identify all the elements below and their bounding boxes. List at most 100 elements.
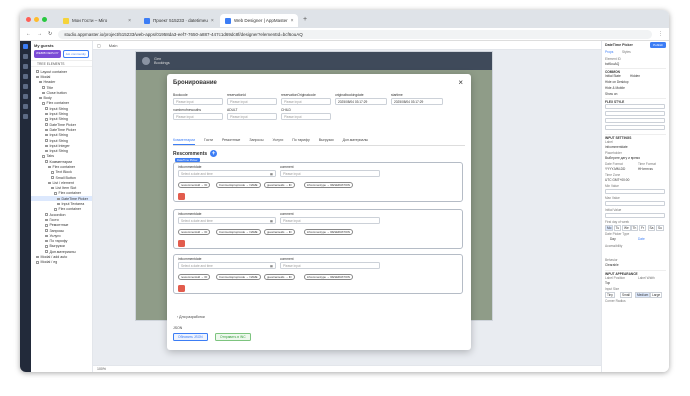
- rail-components-icon[interactable]: [23, 64, 28, 69]
- time-zone-value[interactable]: UTC GMT+00:00: [605, 178, 666, 182]
- tree-item[interactable]: Modal / eg: [31, 260, 92, 265]
- publish-button[interactable]: Publish: [650, 42, 666, 48]
- comment-date-picker[interactable]: Select a date and time ▦: [178, 262, 276, 269]
- tree-checkbox-icon[interactable]: [45, 218, 48, 222]
- comment-date-picker[interactable]: Select a date and time ▦: [178, 170, 276, 177]
- tree-checkbox-icon[interactable]: [36, 75, 39, 79]
- flex-option[interactable]: [605, 118, 665, 123]
- tree-checkbox-icon[interactable]: [45, 133, 48, 137]
- flex-option[interactable]: [605, 111, 665, 116]
- code-chip[interactable]: Commentsproprcode → NAME: [216, 274, 261, 280]
- tree-checkbox-icon[interactable]: [45, 128, 48, 132]
- hidden-toggle[interactable]: Hidden: [630, 74, 666, 78]
- rail-designer-icon[interactable]: [23, 44, 28, 49]
- number-input[interactable]: Please input: [173, 113, 223, 120]
- browser-tab-miro[interactable]: Мои Гости – Miro ×: [58, 14, 136, 27]
- rail-help-icon[interactable]: [23, 114, 28, 119]
- label-value[interactable]: infcommentdate: [605, 145, 666, 149]
- close-icon[interactable]: ×: [458, 78, 463, 87]
- input-size-option[interactable]: Medium: [635, 292, 651, 298]
- new-tab-icon[interactable]: +: [303, 16, 307, 23]
- guest-chip[interactable]: guestnameids → ID: [264, 229, 295, 235]
- project-name[interactable]: My guests: [34, 43, 54, 48]
- extensions-icon[interactable]: ⋮: [658, 31, 663, 37]
- minimize-window-icon[interactable]: [34, 16, 39, 22]
- day-option[interactable]: Su: [656, 225, 664, 231]
- rail-layers-icon[interactable]: [23, 54, 28, 59]
- day-option[interactable]: Sa: [647, 225, 656, 231]
- tree-checkbox-icon[interactable]: [42, 102, 45, 105]
- tab-7[interactable]: Доп.материалы: [343, 138, 368, 145]
- delete-comment-button[interactable]: [178, 240, 185, 247]
- deploy-badge[interactable]: WEB/B DEPLOY: [34, 50, 61, 58]
- close-tab-icon[interactable]: ×: [128, 18, 131, 24]
- close-tab-icon[interactable]: ×: [291, 18, 294, 24]
- comment-date-picker[interactable]: Select a date and time ▦: [178, 217, 276, 224]
- child-input[interactable]: Please input: [281, 113, 331, 120]
- back-icon[interactable]: ←: [26, 31, 31, 37]
- close-tab-icon[interactable]: ×: [211, 18, 214, 24]
- tree-checkbox-icon[interactable]: [45, 250, 48, 253]
- tab-styles[interactable]: Styles: [622, 50, 666, 54]
- bookcode-input[interactable]: Please input: [173, 98, 223, 105]
- min-value-input[interactable]: [605, 189, 665, 194]
- zoom-level[interactable]: 100%: [97, 367, 106, 371]
- id-chip[interactable]: rescommentsId → ID: [178, 182, 211, 188]
- hide-mobile-toggle[interactable]: Hide & Mobile: [605, 86, 666, 90]
- tree-checkbox-icon[interactable]: [48, 165, 51, 169]
- tab-1[interactable]: Гости: [204, 138, 213, 145]
- tab-6[interactable]: Выгрузки: [319, 138, 334, 145]
- tree-checkbox-icon[interactable]: [45, 112, 48, 116]
- input-size-option[interactable]: Small: [620, 292, 632, 298]
- tab-4[interactable]: Услуги: [273, 138, 284, 145]
- flex-option[interactable]: [605, 125, 665, 130]
- tree-checkbox-icon[interactable]: [39, 80, 42, 84]
- browser-tab-project[interactable]: Проект 515233 · datetimeu ×: [139, 14, 217, 27]
- community-badge[interactable]: Ad- community: [62, 50, 89, 58]
- placeholder-value[interactable]: Выберите дату и время: [605, 156, 666, 160]
- tree-checkbox-icon[interactable]: [45, 107, 48, 110]
- input-size-option[interactable]: Large: [650, 292, 663, 298]
- element-id-value[interactable]: bcf6ouAQ: [605, 62, 666, 66]
- tree-checkbox-icon[interactable]: [39, 96, 42, 100]
- flex-option[interactable]: [605, 104, 665, 109]
- tree-checkbox-icon[interactable]: [45, 213, 48, 216]
- comment-input[interactable]: Please input: [280, 217, 380, 224]
- type-chip[interactable]: infcommentype → RESERVATION: [304, 274, 353, 280]
- tab-5[interactable]: По тарифу: [292, 138, 309, 145]
- rail-data-icon[interactable]: [23, 84, 28, 89]
- tree-checkbox-icon[interactable]: [51, 176, 54, 179]
- tree-checkbox-icon[interactable]: [42, 86, 45, 89]
- tab-3[interactable]: Запросы: [249, 138, 263, 145]
- tab-0[interactable]: Комментарии: [173, 138, 196, 145]
- day-option[interactable]: Mo: [605, 225, 614, 231]
- delete-comment-button[interactable]: [178, 285, 185, 292]
- tree-checkbox-icon[interactable]: [45, 123, 48, 126]
- start-time-picker[interactable]: 2025/08/04 03:17:29: [391, 98, 443, 105]
- tree-checkbox-icon[interactable]: [57, 202, 60, 206]
- tree-checkbox-icon[interactable]: [45, 144, 48, 148]
- rail-logic-icon[interactable]: [23, 94, 28, 99]
- rail-settings-icon[interactable]: [23, 104, 28, 109]
- type-chip[interactable]: infcommentype → RESERVATION: [304, 182, 353, 188]
- comment-input[interactable]: Please input: [280, 262, 380, 269]
- tree-checkbox-icon[interactable]: [45, 224, 48, 227]
- tree-checkbox-icon[interactable]: [45, 245, 48, 248]
- guest-chip[interactable]: guestnameids → ID: [264, 274, 295, 280]
- send-inc-button[interactable]: Отправить в INC: [215, 333, 251, 341]
- tree-checkbox-icon[interactable]: [54, 192, 57, 195]
- code-chip[interactable]: Commentsproprcode → NAME: [216, 229, 261, 235]
- url-field[interactable]: studio.appmaster.io/project/515233/web-a…: [58, 29, 652, 39]
- add-comment-button[interactable]: +: [210, 150, 218, 157]
- reservationid-input[interactable]: Please input: [227, 98, 277, 105]
- tree-checkbox-icon[interactable]: [45, 149, 48, 153]
- day-option[interactable]: Th: [630, 225, 639, 231]
- id-chip[interactable]: rescommentsId → ID: [178, 274, 211, 280]
- tree-checkbox-icon[interactable]: [57, 197, 60, 201]
- forward-icon[interactable]: →: [37, 31, 42, 37]
- clearable-toggle[interactable]: Clearable: [605, 263, 666, 267]
- tree-checkbox-icon[interactable]: [36, 255, 39, 259]
- comment-input[interactable]: Please input: [280, 170, 380, 177]
- tab-2[interactable]: Ремонтные: [222, 138, 240, 145]
- tree-tab[interactable]: TREE ELEMENTS: [31, 60, 92, 67]
